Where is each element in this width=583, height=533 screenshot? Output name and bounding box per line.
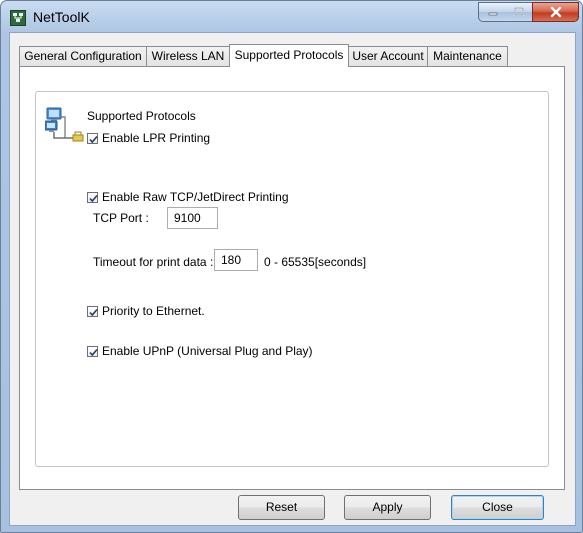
network-app-icon bbox=[10, 10, 26, 26]
tab-supported-protocols[interactable]: Supported Protocols bbox=[229, 44, 349, 67]
priority-ethernet-label[interactable]: Priority to Ethernet. bbox=[102, 304, 205, 318]
minimize-button[interactable] bbox=[478, 2, 507, 22]
upnp-label[interactable]: Enable UPnP (Universal Plug and Play) bbox=[102, 344, 313, 358]
app-window: NetToolK General Configuration Wireless … bbox=[0, 0, 583, 533]
lpr-label[interactable]: Enable LPR Printing bbox=[102, 131, 210, 145]
tab-user-account[interactable]: User Account bbox=[348, 46, 428, 66]
protocols-group: Supported Protocols Enable LPR Printing … bbox=[35, 91, 549, 467]
checkmark-icon bbox=[89, 308, 98, 317]
upnp-checkbox[interactable] bbox=[87, 346, 98, 357]
checkmark-icon bbox=[89, 348, 98, 357]
raw-jetdirect-label[interactable]: Enable Raw TCP/JetDirect Printing bbox=[102, 190, 289, 204]
lpr-checkbox[interactable] bbox=[87, 133, 98, 144]
reset-button[interactable]: Reset bbox=[238, 495, 325, 520]
dialog-client-area: General Configuration Wireless LAN Suppo… bbox=[9, 32, 576, 526]
checkmark-icon bbox=[89, 194, 98, 203]
title-bar[interactable]: NetToolK bbox=[1, 1, 582, 35]
timeout-label: Timeout for print data : bbox=[93, 255, 214, 269]
network-computers-icon bbox=[45, 107, 84, 142]
tab-wireless-lan[interactable]: Wireless LAN bbox=[146, 46, 230, 66]
priority-ethernet-checkbox[interactable] bbox=[87, 306, 98, 317]
tcp-port-label: TCP Port : bbox=[93, 211, 149, 225]
minimize-icon bbox=[488, 12, 497, 16]
tab-general-configuration[interactable]: General Configuration bbox=[19, 46, 147, 66]
close-window-button[interactable] bbox=[532, 2, 579, 22]
maximize-icon bbox=[514, 7, 524, 16]
tcp-port-input[interactable]: 9100 bbox=[167, 207, 218, 229]
close-button[interactable]: Close bbox=[451, 495, 544, 520]
group-title: Supported Protocols bbox=[87, 109, 196, 123]
window-title: NetToolK bbox=[33, 9, 90, 25]
tab-maintenance[interactable]: Maintenance bbox=[427, 46, 508, 66]
apply-button[interactable]: Apply bbox=[344, 495, 431, 520]
close-icon bbox=[550, 6, 561, 18]
timeout-input[interactable]: 180 bbox=[214, 249, 258, 271]
raw-jetdirect-checkbox[interactable] bbox=[87, 192, 98, 203]
maximize-button[interactable] bbox=[506, 2, 533, 22]
checkmark-icon bbox=[89, 135, 98, 144]
supported-protocols-panel: Supported Protocols Enable LPR Printing … bbox=[19, 66, 565, 490]
timeout-range-label: 0 - 65535[seconds] bbox=[264, 255, 367, 269]
